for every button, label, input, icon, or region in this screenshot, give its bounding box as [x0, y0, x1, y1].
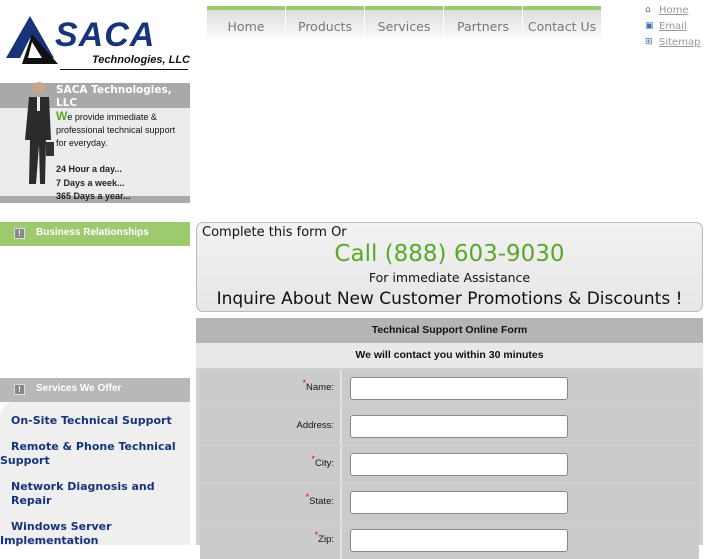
business-body [0, 246, 190, 256]
drop-initial: W [56, 109, 68, 123]
section-icon: ! [14, 228, 25, 239]
profile-description: e provide immediate & professional techn… [56, 112, 176, 148]
nav-contact-us[interactable]: Contact Us [523, 6, 601, 38]
hours-line: 24 Hour a day... [56, 164, 122, 174]
logo-subtitle: Technologies, LLC [92, 54, 190, 66]
field-label: *State: [200, 484, 342, 521]
service-link[interactable]: Remote & Phone Technical Support [0, 440, 190, 468]
logo-triangle-icon [6, 16, 58, 64]
profile-text: We provide immediate & professional tech… [56, 110, 188, 150]
field-label: Address: [200, 408, 342, 445]
form-row-state: *State: [200, 484, 699, 521]
services-title: Services We Offer [36, 383, 122, 394]
call-intro: Complete this form Or [202, 225, 347, 240]
service-link[interactable]: Network Diagnosis and Repair [0, 480, 190, 508]
call-box: Complete this form Or Call (888) 603-903… [196, 222, 703, 312]
link-sitemap[interactable]: Sitemap [659, 37, 700, 48]
label-text: Zip: [318, 534, 334, 546]
service-link[interactable]: On-Site Technical Support [0, 414, 190, 428]
form-row-name: *Name: [200, 370, 699, 407]
zip-input[interactable] [350, 529, 568, 552]
service-link[interactable]: Windows Server Implementation [0, 520, 190, 548]
label-text: State: [309, 496, 334, 508]
profile-hours: 24 Hour a day... 7 Days a week... 365 Da… [56, 163, 131, 204]
support-form: Technical Support Online Form We will co… [196, 318, 703, 559]
form-row-city: *City: [200, 446, 699, 483]
field-label: *Zip: [200, 522, 342, 559]
address-input[interactable] [350, 415, 568, 438]
hours-line: 365 Days a year... [56, 191, 131, 201]
promo-text: Inquire About New Customer Promotions & … [216, 289, 683, 309]
businessman-image [25, 82, 54, 184]
form-row-zip: *Zip: [200, 522, 699, 559]
phone-number[interactable]: Call (888) 603-9030 [197, 241, 702, 267]
label-text: Address: [296, 420, 335, 432]
profile-title: SACA Technologies, LLC [56, 84, 172, 109]
label-text: City: [315, 458, 334, 470]
link-email[interactable]: Email [659, 21, 687, 32]
form-row-address: Address: [200, 408, 699, 445]
call-subtext: For immediate Assistance [368, 270, 531, 285]
logo-name: SACA [55, 16, 156, 54]
home-icon: ⌂ [645, 5, 651, 15]
section-icon: ! [14, 384, 25, 395]
city-input[interactable] [350, 453, 568, 476]
business-relationships-title: Business Relationships [36, 227, 149, 238]
sitemap-icon: ⊞ [645, 37, 653, 47]
main-nav: Home Products Services Partners Contact … [207, 6, 602, 38]
nav-partners[interactable]: Partners [444, 6, 522, 38]
form-title: Technical Support Online Form [196, 318, 703, 343]
logo[interactable]: SACA Technologies, LLC [0, 10, 190, 70]
field-label: *Name: [200, 370, 342, 407]
label-text: Name: [306, 382, 334, 394]
nav-products[interactable]: Products [286, 6, 364, 38]
services-list: On-Site Technical Support Remote & Phone… [0, 402, 190, 548]
link-home[interactable]: Home [659, 5, 689, 16]
top-links: ⌂ Home ▣ Email ⊞ Sitemap [645, 2, 700, 50]
field-label: *City: [200, 446, 342, 483]
email-icon: ▣ [645, 21, 654, 31]
business-relationships-header[interactable]: ! Business Relationships [0, 222, 190, 246]
form-subtitle: We will contact you within 30 minutes [196, 343, 703, 368]
services-header: ! Services We Offer [0, 378, 190, 402]
hours-line: 7 Days a week... [56, 177, 125, 188]
nav-services[interactable]: Services [365, 6, 443, 38]
state-input[interactable] [350, 491, 568, 514]
nav-home[interactable]: Home [207, 6, 285, 38]
name-input[interactable] [350, 377, 568, 400]
